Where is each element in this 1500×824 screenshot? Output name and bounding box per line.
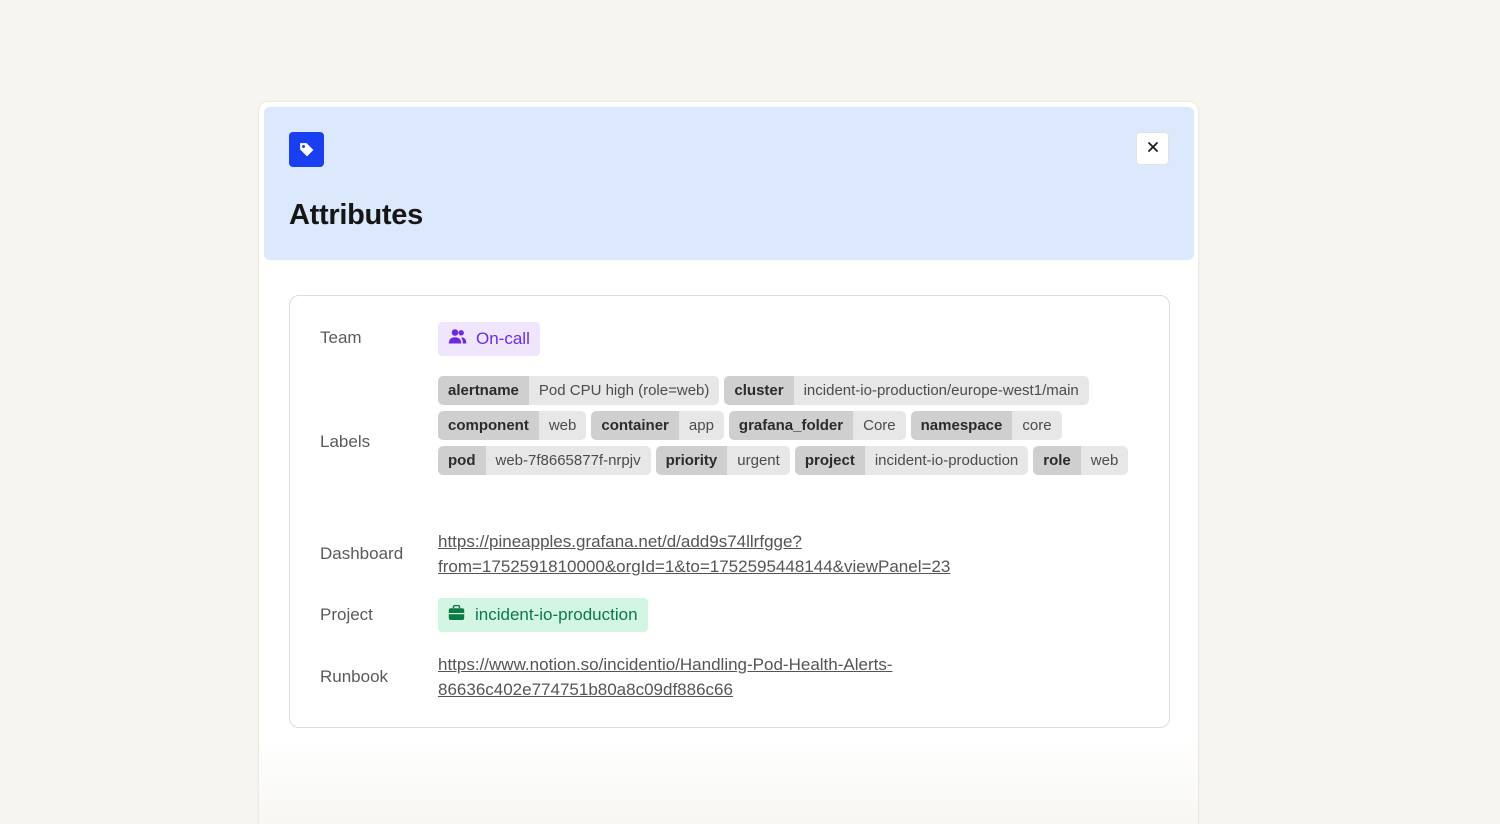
label-value: web-7f8665877f-nrpjv xyxy=(485,446,651,475)
dashboard-link[interactable]: https://pineapples.grafana.net/d/add9s74… xyxy=(438,529,1098,579)
label-chip: priority urgent xyxy=(655,446,790,475)
label-key: cluster xyxy=(724,376,794,405)
label-value: urgent xyxy=(727,446,790,475)
label-key: namespace xyxy=(910,411,1013,440)
close-button[interactable] xyxy=(1136,132,1169,165)
team-label: Team xyxy=(320,328,362,347)
people-icon xyxy=(448,328,467,350)
label-value: app xyxy=(678,411,724,440)
label-key: priority xyxy=(655,446,728,475)
briefcase-icon xyxy=(448,604,465,626)
labels-list: alertname Pod CPU high (role=web) cluster… xyxy=(438,376,1148,475)
label-key: container xyxy=(591,411,679,440)
attributes-modal: Attributes Team On-call Labels alertname… xyxy=(258,101,1199,824)
dashboard-link-line1: https://pineapples.grafana.net/d/add9s74… xyxy=(438,532,802,551)
project-value: incident-io-production xyxy=(475,605,638,624)
close-icon xyxy=(1147,140,1159,158)
label-chip: component web xyxy=(438,411,587,440)
modal-header: Attributes xyxy=(264,107,1194,260)
label-chip: grafana_folder Core xyxy=(728,411,906,440)
label-chip: alertname Pod CPU high (role=web) xyxy=(438,376,720,405)
dashboard-label: Dashboard xyxy=(320,544,404,563)
runbook-link-line1: https://www.notion.so/incidentio/Handlin… xyxy=(438,655,893,674)
label-chip: project incident-io-production xyxy=(794,446,1029,475)
label-chip: pod web-7f8665877f-nrpjv xyxy=(438,446,651,475)
label-value: web xyxy=(538,411,587,440)
runbook-link[interactable]: https://www.notion.so/incidentio/Handlin… xyxy=(438,652,1098,702)
team-value: On-call xyxy=(476,329,530,348)
label-key: alertname xyxy=(438,376,529,405)
modal-title: Attributes xyxy=(289,199,423,231)
attributes-card: Team On-call Labels alertname Pod CPU hig… xyxy=(289,295,1170,728)
label-chip: role web xyxy=(1033,446,1129,475)
labels-label: Labels xyxy=(320,432,371,451)
label-key: grafana_folder xyxy=(728,411,854,440)
label-value: incident-io-production xyxy=(864,446,1029,475)
label-key: component xyxy=(438,411,539,440)
runbook-label: Runbook xyxy=(320,667,389,686)
label-value: web xyxy=(1080,446,1129,475)
label-key: pod xyxy=(438,446,486,475)
project-label: Project xyxy=(320,605,373,624)
project-badge[interactable]: incident-io-production xyxy=(438,598,648,632)
label-value: Pod CPU high (role=web) xyxy=(528,376,720,405)
label-value: core xyxy=(1012,411,1062,440)
runbook-link-line2: 86636c402e774751b80a8c09df886c66 xyxy=(438,680,733,699)
label-value: incident-io-production/europe-west1/main xyxy=(793,376,1089,405)
label-chip: container app xyxy=(591,411,724,440)
label-chip: cluster incident-io-production/europe-wes… xyxy=(724,376,1089,405)
label-value: Core xyxy=(853,411,906,440)
tag-icon xyxy=(289,132,324,167)
label-key: project xyxy=(794,446,865,475)
team-badge[interactable]: On-call xyxy=(438,322,540,356)
label-key: role xyxy=(1033,446,1081,475)
dashboard-link-line2: from=1752591810000&orgId=1&to=1752595448… xyxy=(438,557,951,576)
label-chip: namespace core xyxy=(910,411,1062,440)
